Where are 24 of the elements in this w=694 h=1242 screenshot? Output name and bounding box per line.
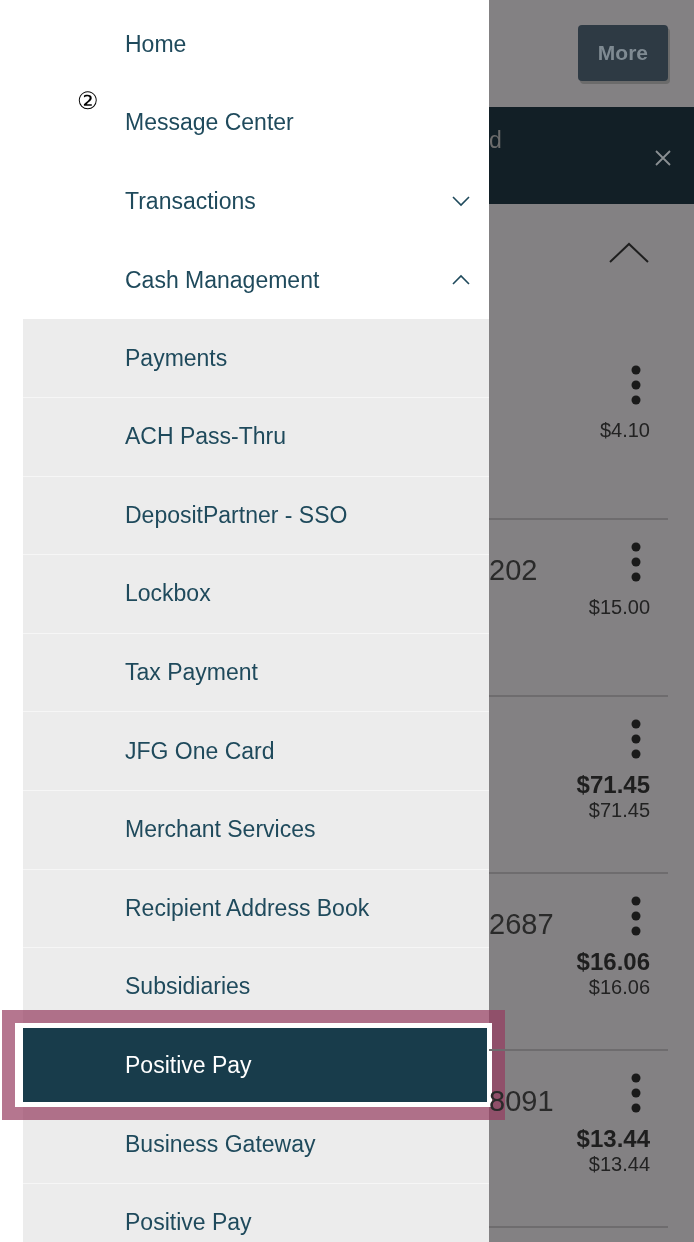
kebab-menu-icon[interactable] [630,365,642,405]
menu-group[interactable]: Cash Management [0,240,489,320]
amount-subtext: $71.45 [588,799,650,822]
close-icon[interactable] [654,149,672,167]
reference-number: 202 [489,554,538,587]
amount: $16.06 [576,948,650,976]
reference-number: 2687 [489,908,554,941]
amount: $13.44 [576,1125,650,1153]
amount: $71.45 [576,771,650,799]
step-marker: ② [77,88,99,113]
kebab-menu-icon[interactable] [630,719,642,759]
menu-item[interactable]: Home [0,5,489,84]
chevron-up-icon[interactable] [608,242,650,264]
amount-subtext: $13.44 [588,1153,650,1176]
menu-item[interactable]: ② Message Center [0,83,489,163]
kebab-menu-icon[interactable] [630,542,642,582]
reference-number: 8091 [489,1085,554,1118]
amount-subtext: $4.10 [599,419,650,442]
menu-group[interactable]: Transactions [0,162,489,241]
kebab-menu-icon[interactable] [630,896,642,936]
amount-subtext: $16.06 [588,976,650,999]
amount-subtext: $15.00 [588,596,650,619]
kebab-menu-icon[interactable] [630,1073,642,1113]
banner-text: d [489,127,502,154]
